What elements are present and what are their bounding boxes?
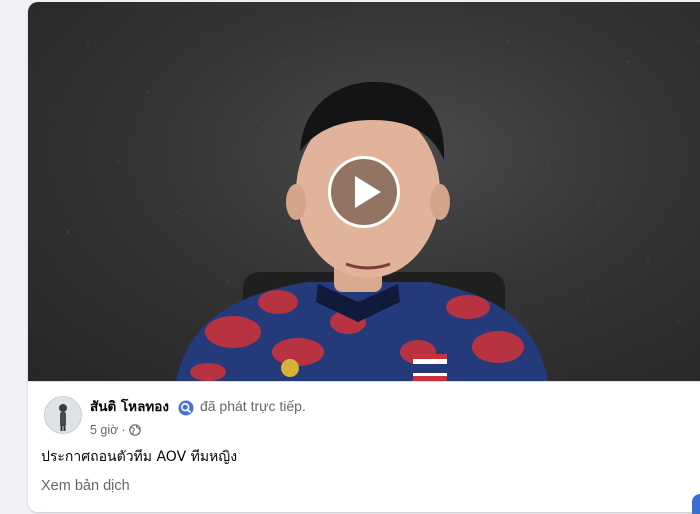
author-line: สันติ โหลทอง đã phát trực tiếp.: [90, 396, 306, 416]
see-translation-link[interactable]: Xem bản dịch: [41, 478, 130, 494]
adjacent-card-edge: [692, 494, 700, 514]
verified-badge-icon: [178, 400, 194, 416]
video-player[interactable]: [28, 2, 700, 381]
play-icon: [355, 176, 381, 208]
feed-left-gutter: [0, 0, 18, 514]
globe-icon[interactable]: [128, 424, 141, 436]
play-button[interactable]: [328, 156, 400, 228]
post-time-link[interactable]: 5 giờ: [90, 423, 118, 437]
separator-dot: ·: [121, 423, 126, 437]
avatar-person-icon: [45, 397, 81, 433]
post-timestamp-line: 5 giờ ·: [90, 423, 141, 437]
feed-page: สันติ โหลทอง đã phát trực tiếp. 5 giờ ·: [0, 0, 700, 514]
live-status-text: đã phát trực tiếp.: [199, 398, 306, 414]
post-header: สันติ โหลทอง đã phát trực tiếp. 5 giờ ·: [28, 381, 700, 512]
author-avatar[interactable]: [44, 396, 82, 434]
post-caption: ประกาศถอนตัวทีม AOV ทีมหญิง: [41, 449, 238, 465]
video-post-card: สันติ โหลทอง đã phát trực tiếp. 5 giờ ·: [28, 2, 700, 512]
author-name-link[interactable]: สันติ โหลทอง: [90, 395, 169, 417]
